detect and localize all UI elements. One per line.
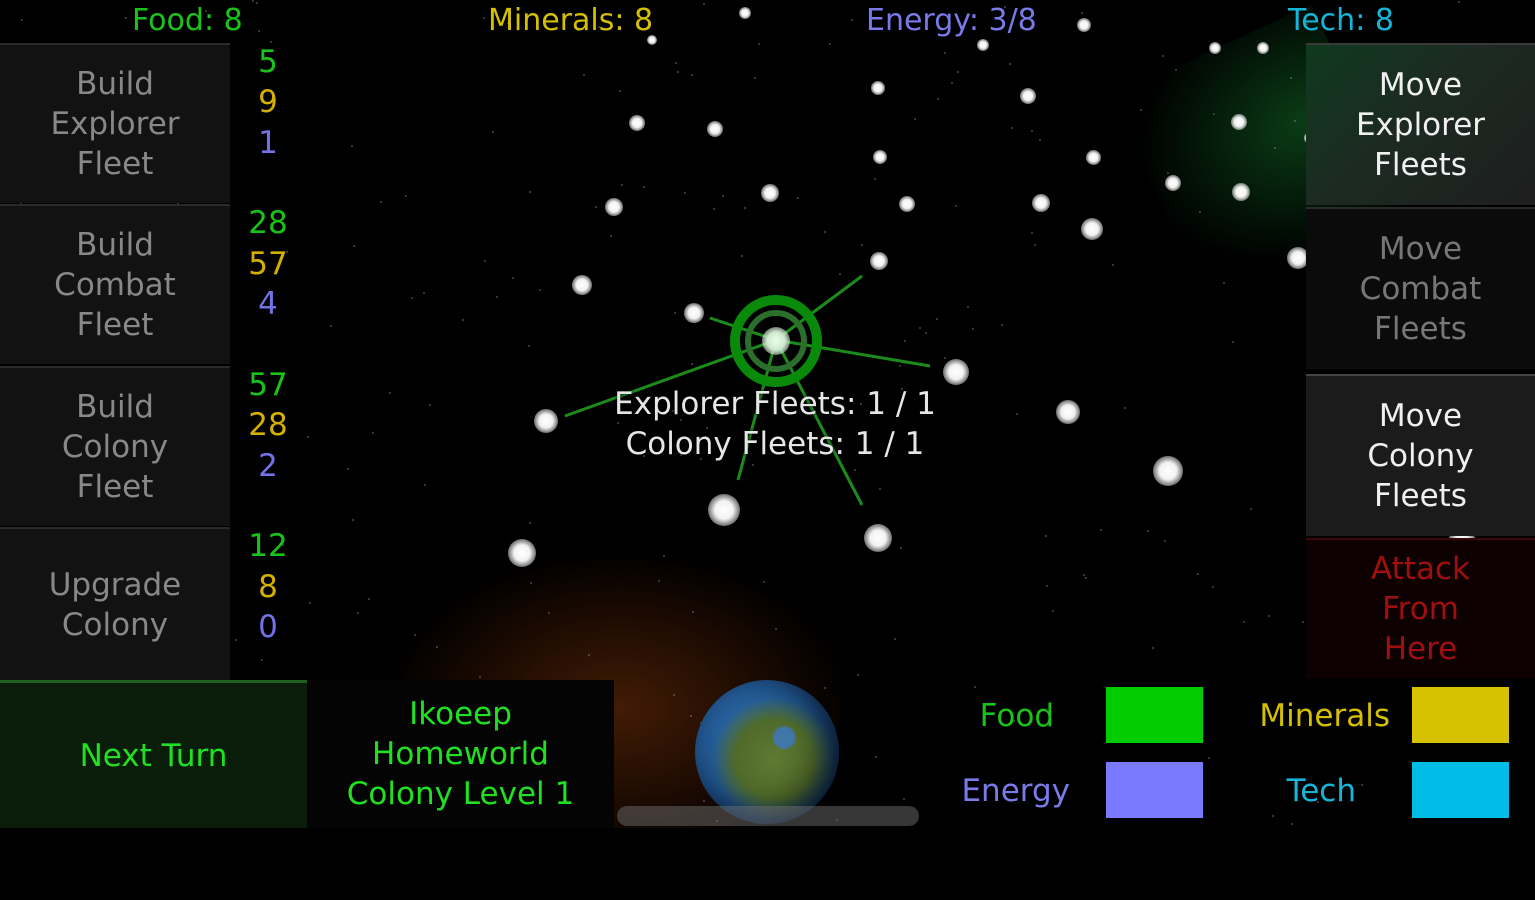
star-system[interactable] (761, 184, 779, 202)
button-line: Fleets (1374, 147, 1467, 183)
star-system[interactable] (864, 524, 892, 552)
build-explorer-fleet-button[interactable]: Build Explorer Fleet (0, 43, 230, 203)
star-system[interactable] (605, 198, 623, 216)
legend-food-label: Food (979, 698, 1054, 734)
planet-globe-icon[interactable] (695, 680, 839, 824)
star-system[interactable] (572, 275, 592, 295)
button-line: From (1382, 591, 1459, 627)
colony-name: Ikoeep (409, 696, 512, 732)
star-system[interactable] (1081, 218, 1103, 240)
colony-energy-cost: 2 (258, 448, 278, 484)
next-turn-label: Next Turn (79, 737, 228, 774)
colony-fleets-count: Colony Fleets: 1 / 1 (625, 426, 925, 462)
button-line: Build (76, 66, 154, 102)
legend-tech-swatch (1412, 762, 1509, 818)
colony-food-cost: 57 (248, 367, 288, 403)
button-line: Move (1378, 231, 1463, 267)
star-system[interactable] (739, 7, 751, 19)
minerals-counter: Minerals: 8 (488, 3, 654, 38)
button-line: Fleets (1374, 311, 1467, 347)
button-line: Here (1383, 631, 1458, 667)
upgrade-energy-cost: 0 (258, 609, 278, 645)
move-combat-fleets-button[interactable]: Move Combat Fleets (1306, 207, 1535, 369)
next-turn-button[interactable]: Next Turn (0, 680, 307, 828)
star-system[interactable] (1232, 183, 1250, 201)
star-system[interactable] (508, 539, 536, 567)
build-combat-fleet-button[interactable]: Build Combat Fleet (0, 204, 230, 364)
colony-type: Homeworld (372, 736, 549, 772)
energy-counter: Energy: 3/8 (866, 3, 1037, 38)
button-line: Colony (1367, 438, 1474, 474)
button-line: Fleets (1374, 478, 1467, 514)
upgrade-minerals-cost: 8 (258, 569, 278, 605)
combat-energy-cost: 4 (258, 286, 278, 322)
star-system[interactable] (707, 121, 723, 137)
star-system[interactable] (899, 196, 915, 212)
star-system[interactable] (684, 303, 704, 323)
explorer-energy-cost: 1 (258, 125, 278, 161)
colony-level: Colony Level 1 (346, 776, 575, 812)
star-system[interactable] (1231, 114, 1247, 130)
star-system[interactable] (1056, 400, 1080, 424)
button-line: Fleet (76, 469, 154, 505)
button-line: Combat (1359, 271, 1482, 307)
move-colony-fleets-button[interactable]: Move Colony Fleets (1306, 374, 1535, 536)
legend-tech-label: Tech (1286, 773, 1356, 809)
combat-minerals-cost: 57 (248, 246, 288, 282)
star-system[interactable] (1153, 456, 1183, 486)
button-line: Colony (61, 606, 169, 643)
tech-counter: Tech: 8 (1288, 3, 1394, 38)
home-star[interactable] (762, 327, 790, 355)
legend-energy-swatch (1106, 762, 1203, 818)
star-system[interactable] (873, 150, 887, 164)
star-system[interactable] (534, 409, 558, 433)
colony-minerals-cost: 28 (248, 407, 288, 443)
combat-food-cost: 28 (248, 205, 288, 241)
star-system[interactable] (1209, 42, 1221, 54)
legend-food-swatch (1106, 687, 1203, 743)
star-system[interactable] (1077, 18, 1091, 32)
star-system[interactable] (708, 494, 740, 526)
button-line: Colony (61, 429, 169, 465)
star-system[interactable] (871, 81, 885, 95)
button-line: Upgrade (48, 566, 182, 603)
button-line: Explorer (50, 106, 180, 142)
star-system[interactable] (1257, 42, 1269, 54)
star-system[interactable] (1032, 194, 1050, 212)
build-colony-fleet-button[interactable]: Build Colony Fleet (0, 366, 230, 526)
button-line: Combat (54, 267, 176, 303)
explorer-food-cost: 5 (258, 44, 278, 80)
attack-from-here-button[interactable]: Attack From Here (1306, 538, 1535, 678)
star-system[interactable] (1085, 149, 1101, 165)
legend-energy-label: Energy (961, 773, 1070, 809)
star-system[interactable] (870, 252, 888, 270)
upgrade-colony-button[interactable]: Upgrade Colony (0, 527, 230, 680)
star-system[interactable] (1020, 88, 1036, 104)
button-line: Move (1378, 398, 1463, 434)
move-explorer-fleets-button[interactable]: Move Explorer Fleets (1306, 43, 1535, 205)
button-line: Attack (1371, 551, 1470, 587)
legend-minerals-label: Minerals (1259, 698, 1390, 734)
star-system[interactable] (629, 115, 645, 131)
button-line: Build (76, 227, 154, 263)
star-system[interactable] (943, 359, 969, 385)
button-line: Fleet (76, 307, 154, 343)
button-line: Move (1378, 67, 1463, 103)
button-line: Build (76, 389, 154, 425)
star-system[interactable] (1165, 175, 1181, 191)
food-counter: Food: 8 (132, 3, 243, 38)
button-line: Explorer (1355, 107, 1486, 143)
explorer-fleets-count: Explorer Fleets: 1 / 1 (614, 386, 936, 422)
upgrade-food-cost: 12 (248, 528, 288, 564)
planet-scrollbar[interactable] (617, 806, 919, 826)
explorer-minerals-cost: 9 (258, 84, 278, 120)
colony-info-panel: Ikoeep Homeworld Colony Level 1 (307, 680, 614, 828)
button-line: Fleet (76, 146, 154, 182)
legend-minerals-swatch (1412, 687, 1509, 743)
